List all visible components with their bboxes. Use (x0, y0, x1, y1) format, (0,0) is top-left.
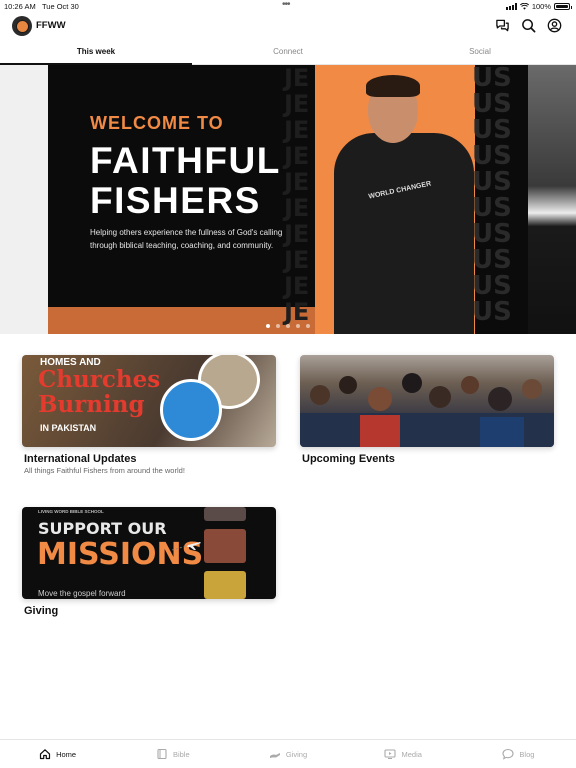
multitask-dots-icon[interactable]: ••• (282, 0, 290, 10)
card-upcoming-events[interactable]: Upcoming Events (300, 355, 554, 465)
carousel-prev-slide[interactable] (0, 65, 48, 334)
card-international-updates[interactable]: HOMES AND Churches Burning IN PAKISTAN I… (22, 355, 276, 475)
account-icon[interactable] (547, 18, 562, 33)
nav-media[interactable]: Media (346, 740, 461, 768)
welcome-banner[interactable]: JE JE JE JE JE JE JE JE JE JE US US US US US US US US US U… (48, 65, 528, 334)
tab-connect[interactable]: Connect (192, 42, 384, 64)
card-giving[interactable]: LIVING WORD BIBLE SCHOOL SUPPORT OUR MIS… (22, 507, 276, 617)
chat-icon[interactable] (495, 18, 510, 33)
nav-bible[interactable]: Bible (115, 740, 230, 768)
page-dot[interactable] (296, 324, 300, 328)
status-indicators: 100% (505, 2, 572, 11)
banner-pattern-left: JE JE JE JE JE JE JE JE JE JE (284, 65, 310, 326)
card-title: International Updates (24, 453, 137, 465)
nav-giving[interactable]: Giving (230, 740, 345, 768)
banner-blurb: Helping others experience the fullness o… (90, 228, 283, 250)
cellular-icon (505, 3, 517, 10)
banner-bottom-strip (48, 307, 315, 334)
book-icon (157, 748, 167, 760)
nav-home[interactable]: Home (0, 740, 115, 768)
upcoming-events-image[interactable] (300, 355, 554, 447)
international-updates-image[interactable]: HOMES AND Churches Burning IN PAKISTAN (22, 355, 276, 447)
carousel-page-indicator[interactable] (266, 324, 310, 328)
giving-icon (269, 753, 280, 758)
mission-photo (204, 571, 246, 599)
mission-photo (204, 529, 246, 563)
image-text: Move the gospel forward (38, 589, 126, 598)
card-title: Upcoming Events (302, 453, 395, 465)
tab-bar: This week Connect Social (0, 42, 576, 65)
card-subtitle: All things Faithful Fishers from around … (24, 466, 185, 475)
bottom-nav: Home Bible Giving Media Blog (0, 739, 576, 768)
media-icon (384, 749, 397, 759)
status-time-date: 10:26 AM Tue Oct 30 (4, 2, 79, 11)
carousel-next-slide[interactable] (528, 65, 576, 334)
tab-this-week[interactable]: This week (0, 42, 192, 65)
airplane-icon (172, 542, 201, 551)
page-dot[interactable] (306, 324, 310, 328)
featured-carousel[interactable]: JE JE JE JE JE JE JE JE JE JE US US US US US US US US US U… (0, 65, 576, 334)
nav-label: Media (401, 749, 422, 759)
page-dot[interactable] (276, 324, 280, 328)
nav-label: Giving (285, 749, 308, 759)
banner-headline: FAITHFUL FISHERS (90, 140, 281, 221)
crowd-photo (300, 373, 554, 447)
battery-icon (554, 3, 572, 10)
app-title: FFWW (36, 20, 66, 31)
mission-photo (204, 507, 246, 521)
nav-label: Blog (519, 749, 535, 759)
portrait-circle (160, 379, 222, 441)
image-text: LIVING WORD BIBLE SCHOOL (38, 509, 104, 514)
app-logo[interactable] (12, 16, 32, 36)
nav-label: Bible (172, 749, 190, 759)
page-dot[interactable] (286, 324, 290, 328)
tab-social[interactable]: Social (384, 42, 576, 64)
giving-image[interactable]: LIVING WORD BIBLE SCHOOL SUPPORT OUR MIS… (22, 507, 276, 599)
blog-icon (502, 748, 514, 760)
app-header: FFWW (0, 13, 576, 41)
image-text: Churches Burning (38, 366, 161, 418)
status-bar: 10:26 AM Tue Oct 30 ••• 100% (0, 0, 576, 12)
banner-person-image: WORLD CHANGER (328, 75, 478, 334)
card-title: Giving (24, 605, 59, 617)
search-icon[interactable] (521, 18, 536, 33)
image-text: SUPPORT OUR (38, 519, 167, 538)
banner-pattern-right: US US US US US US US US US US (472, 65, 512, 327)
image-text: IN PAKISTAN (40, 423, 97, 433)
nav-blog[interactable]: Blog (461, 740, 576, 768)
wifi-icon (519, 3, 529, 10)
nav-label: Home (56, 749, 77, 759)
page-dot[interactable] (266, 324, 270, 328)
battery-percent: 100% (531, 2, 551, 11)
banner-welcome: WELCOME TO (90, 113, 224, 133)
home-icon (39, 749, 51, 760)
